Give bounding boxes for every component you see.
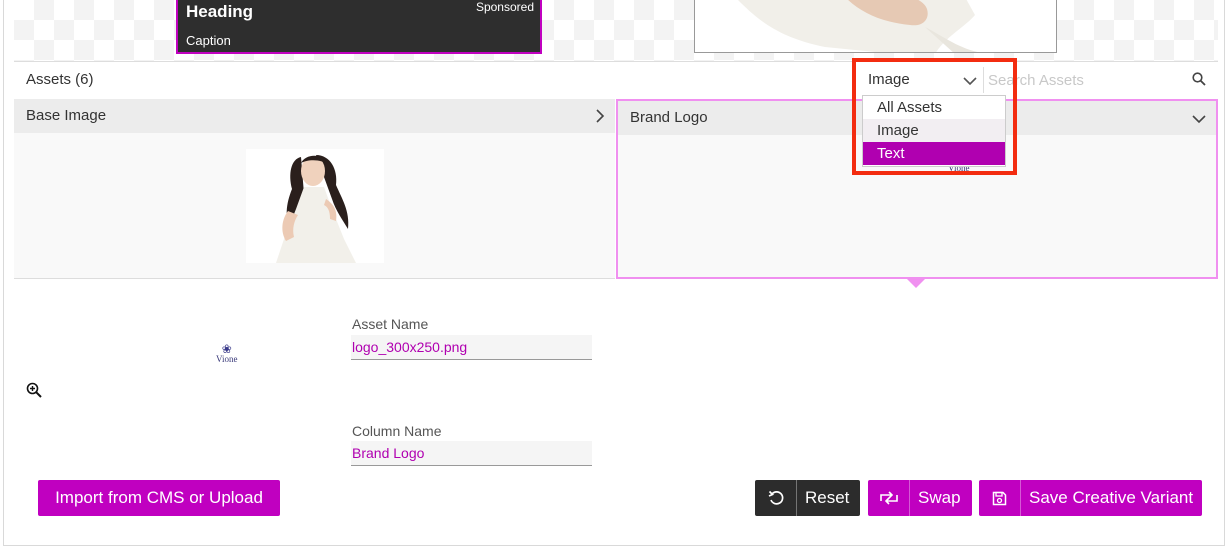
asset-type-select[interactable]: Image: [862, 67, 984, 93]
dropdown-option-text[interactable]: Text: [863, 142, 1005, 165]
ad-heading: Heading: [186, 2, 254, 21]
asset-type-dropdown: All Assets Image Text: [862, 95, 1006, 167]
reset-label: Reset: [805, 488, 850, 507]
chevron-down-icon[interactable]: [1192, 111, 1206, 129]
asset-name-value: logo_300x250.png: [352, 339, 468, 355]
search-icon[interactable]: [1192, 72, 1206, 91]
save-icon: [979, 480, 1021, 516]
asset-panel-base-image[interactable]: Base Image: [14, 99, 615, 279]
logo-wordmark: Vione: [216, 354, 238, 364]
asset-name-label: Asset Name: [352, 316, 429, 332]
column-name-label: Column Name: [352, 423, 442, 439]
save-creative-variant-button[interactable]: Save Creative Variant: [979, 480, 1202, 516]
chevron-down-icon: [963, 73, 977, 91]
swap-icon: [868, 480, 910, 516]
ad-preview-card[interactable]: Heading Sponsored Caption: [176, 0, 542, 54]
import-upload-label: Import from CMS or Upload: [55, 488, 263, 507]
reset-button[interactable]: Reset: [755, 480, 860, 516]
assets-title: Assets (6): [26, 71, 94, 88]
dropdown-option-all-assets[interactable]: All Assets: [863, 96, 1005, 119]
panel-pointer: [906, 278, 926, 288]
save-creative-variant-label: Save Creative Variant: [1029, 488, 1194, 507]
panel-title-base-image: Base Image: [26, 107, 107, 124]
column-name-field[interactable]: Brand Logo: [351, 441, 592, 466]
swap-label: Swap: [918, 488, 961, 507]
column-name-value: Brand Logo: [352, 445, 425, 461]
lotus-icon: ❀: [221, 342, 232, 356]
ad-caption: Caption: [186, 33, 231, 48]
chevron-right-icon[interactable]: [595, 109, 605, 128]
base-image-thumbnail[interactable]: [246, 149, 384, 263]
ad-sponsored-label: Sponsored: [475, 0, 534, 14]
panel-title-brand-logo: Brand Logo: [630, 109, 708, 126]
dropdown-option-image[interactable]: Image: [863, 119, 1005, 142]
brand-logo-preview: ❀ Vione: [216, 342, 238, 364]
undo-icon: [755, 480, 797, 516]
creative-preview: Heading Sponsored Caption: [14, 0, 1218, 62]
swap-button[interactable]: Swap: [868, 480, 972, 516]
preview-image: [694, 0, 1057, 53]
panel-header[interactable]: Base Image: [14, 99, 615, 133]
import-upload-button[interactable]: Import from CMS or Upload: [38, 480, 280, 516]
asset-name-field[interactable]: logo_300x250.png: [351, 335, 592, 360]
search-assets-input[interactable]: [988, 68, 1188, 92]
zoom-in-icon[interactable]: [26, 382, 42, 403]
asset-type-value: Image: [868, 71, 910, 88]
